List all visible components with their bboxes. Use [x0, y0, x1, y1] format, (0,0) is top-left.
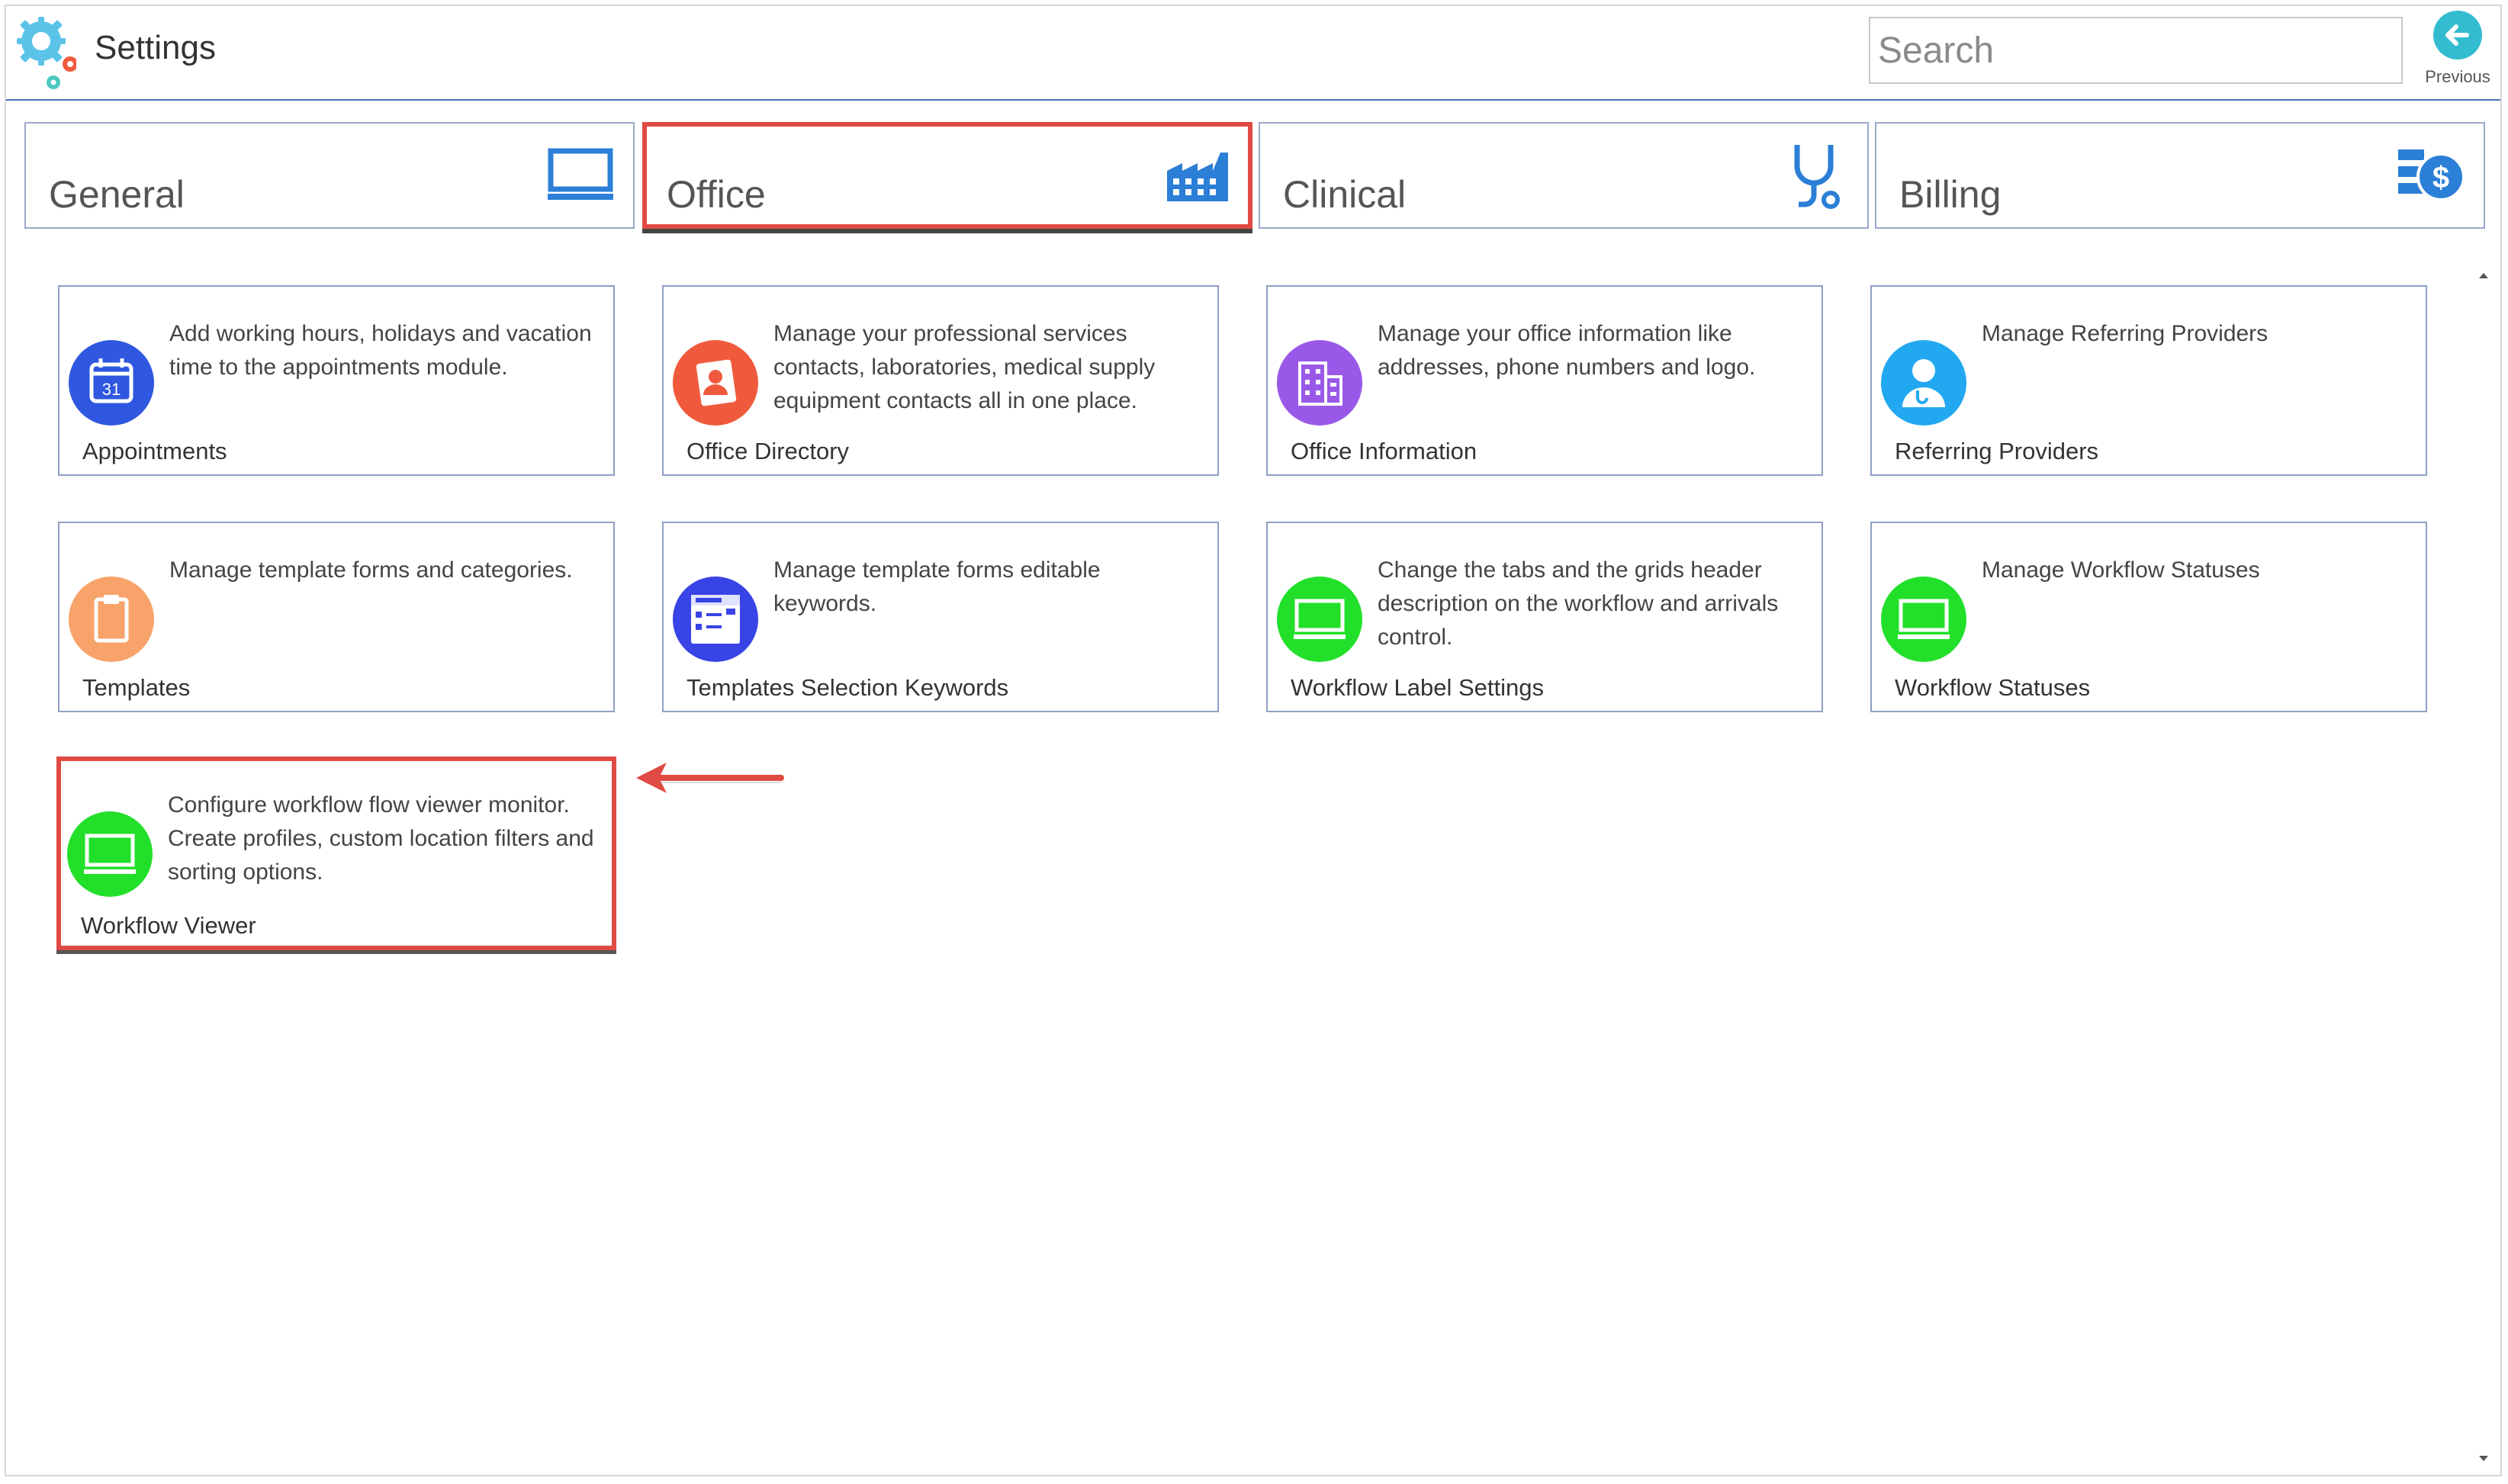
card-description: Configure workflow flow viewer monitor. … — [168, 792, 594, 885]
monitor-icon — [67, 811, 153, 897]
tab-label: General — [49, 173, 185, 216]
billing-dollar-icon: $ — [2397, 145, 2465, 206]
calendar-day-text: 31 — [101, 380, 121, 399]
building-icon — [1277, 340, 1362, 426]
card-appointments[interactable]: 31 Add working hours, holidays and vacat… — [58, 285, 615, 476]
card-office-directory[interactable]: Manage your professional services contac… — [662, 285, 1219, 476]
doctor-icon — [1881, 340, 1966, 426]
annotation-arrow-icon — [633, 760, 786, 805]
monitor-icon — [1277, 577, 1362, 662]
tab-label: Billing — [1899, 173, 2002, 216]
card-description: Add working hours, holidays and vacation… — [169, 321, 592, 380]
card-description: Manage template forms editable keywords. — [773, 557, 1101, 616]
card-title: Templates — [82, 674, 191, 701]
tab-general[interactable]: General — [24, 122, 635, 229]
tab-office[interactable]: Office — [642, 122, 1252, 229]
stethoscope-icon — [1780, 139, 1849, 209]
card-title: Workflow Viewer — [81, 912, 256, 939]
card-description: Manage your professional services contac… — [773, 321, 1156, 413]
tab-label: Clinical — [1283, 173, 1407, 216]
tab-clinical[interactable]: Clinical — [1259, 122, 1869, 229]
card-referring-providers[interactable]: Manage Referring Providers Referring Pro… — [1870, 285, 2427, 476]
card-title: Office Information — [1291, 438, 1477, 464]
form-keywords-icon — [673, 577, 758, 662]
previous-label: Previous — [2425, 67, 2490, 86]
card-workflow-label-settings[interactable]: Change the tabs and the grids header des… — [1266, 522, 1823, 712]
back-arrow-icon — [2433, 11, 2482, 59]
card-title: Referring Providers — [1895, 438, 2099, 464]
page-title: Settings — [95, 29, 216, 66]
header-divider — [6, 99, 2500, 101]
search-input[interactable] — [1869, 17, 2403, 84]
card-workflow-viewer[interactable]: Configure workflow flow viewer monitor. … — [56, 756, 616, 950]
card-description: Manage Workflow Statuses — [1982, 557, 2260, 583]
calendar-icon: 31 — [69, 340, 154, 426]
scroll-down-icon[interactable] — [2474, 1449, 2493, 1467]
card-title: Workflow Statuses — [1895, 674, 2091, 701]
settings-gears-icon — [12, 11, 78, 90]
tab-billing[interactable]: Billing $ — [1875, 122, 2485, 229]
card-description: Manage template forms and categories. — [169, 557, 573, 583]
svg-text:$: $ — [2432, 161, 2449, 194]
contact-card-icon — [673, 340, 758, 426]
card-title: Templates Selection Keywords — [686, 674, 1009, 701]
card-title: Workflow Label Settings — [1291, 674, 1544, 701]
card-title: Office Directory — [686, 438, 850, 464]
card-templates[interactable]: Manage template forms and categories. Te… — [58, 522, 615, 712]
tab-label: Office — [667, 173, 766, 216]
card-templates-selection-keywords[interactable]: Manage template forms editable keywords.… — [662, 522, 1219, 712]
factory-icon — [1164, 145, 1233, 206]
card-workflow-statuses[interactable]: Manage Workflow Statuses Workflow Status… — [1870, 522, 2427, 712]
monitor-icon — [1881, 577, 1966, 662]
card-description: Manage your office information like addr… — [1378, 321, 1756, 380]
card-office-information[interactable]: Manage your office information like addr… — [1266, 285, 1823, 476]
clipboard-icon — [69, 577, 154, 662]
card-title: Appointments — [82, 438, 227, 464]
card-description: Manage Referring Providers — [1982, 321, 2268, 346]
monitor-icon — [546, 145, 615, 206]
card-description: Change the tabs and the grids header des… — [1378, 557, 1779, 650]
scroll-up-icon[interactable] — [2474, 267, 2493, 285]
previous-button[interactable]: Previous — [2418, 11, 2497, 95]
